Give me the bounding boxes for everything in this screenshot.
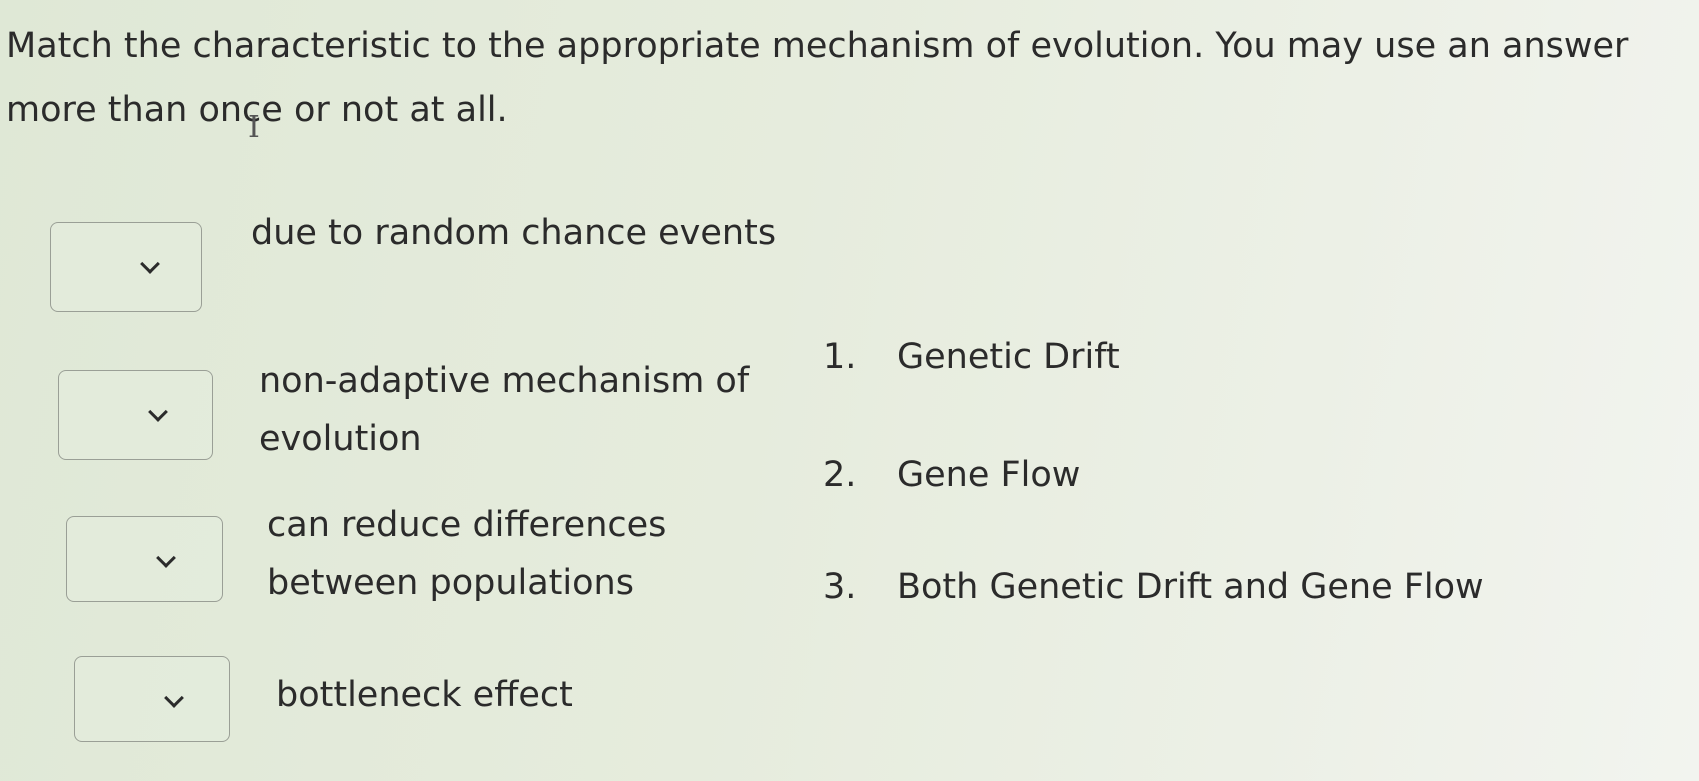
answer-item-2: 2. Gene Flow	[823, 453, 1583, 497]
prompt-2-text: non-adaptive mechanism of evolution	[259, 361, 750, 459]
match-dropdown-3[interactable]	[66, 516, 223, 602]
chevron-down-icon	[164, 688, 184, 708]
chevron-down-icon	[140, 254, 160, 274]
answer-label: Gene Flow	[897, 455, 1081, 495]
answer-number: 1.	[823, 337, 857, 377]
answer-number: 2.	[823, 455, 857, 495]
answer-number: 3.	[823, 567, 857, 607]
answer-label: Both Genetic Drift and Gene Flow	[897, 567, 1484, 607]
match-dropdown-2[interactable]	[58, 370, 213, 460]
match-dropdown-1[interactable]	[50, 222, 202, 312]
answer-item-3: 3. Both Genetic Drift and Gene Flow	[823, 565, 1583, 609]
chevron-down-icon	[156, 548, 176, 568]
answer-label: Genetic Drift	[897, 337, 1120, 377]
match-dropdown-4[interactable]	[74, 656, 230, 742]
answer-item-1: 1. Genetic Drift	[823, 335, 1583, 379]
chevron-down-icon	[148, 402, 168, 422]
prompt-3-text: can reduce differences between populatio…	[267, 505, 667, 603]
text-cursor-icon: I	[248, 110, 260, 145]
prompt-4-text: bottleneck effect	[276, 675, 573, 715]
prompt-1-text: due to random chance events	[251, 213, 777, 253]
